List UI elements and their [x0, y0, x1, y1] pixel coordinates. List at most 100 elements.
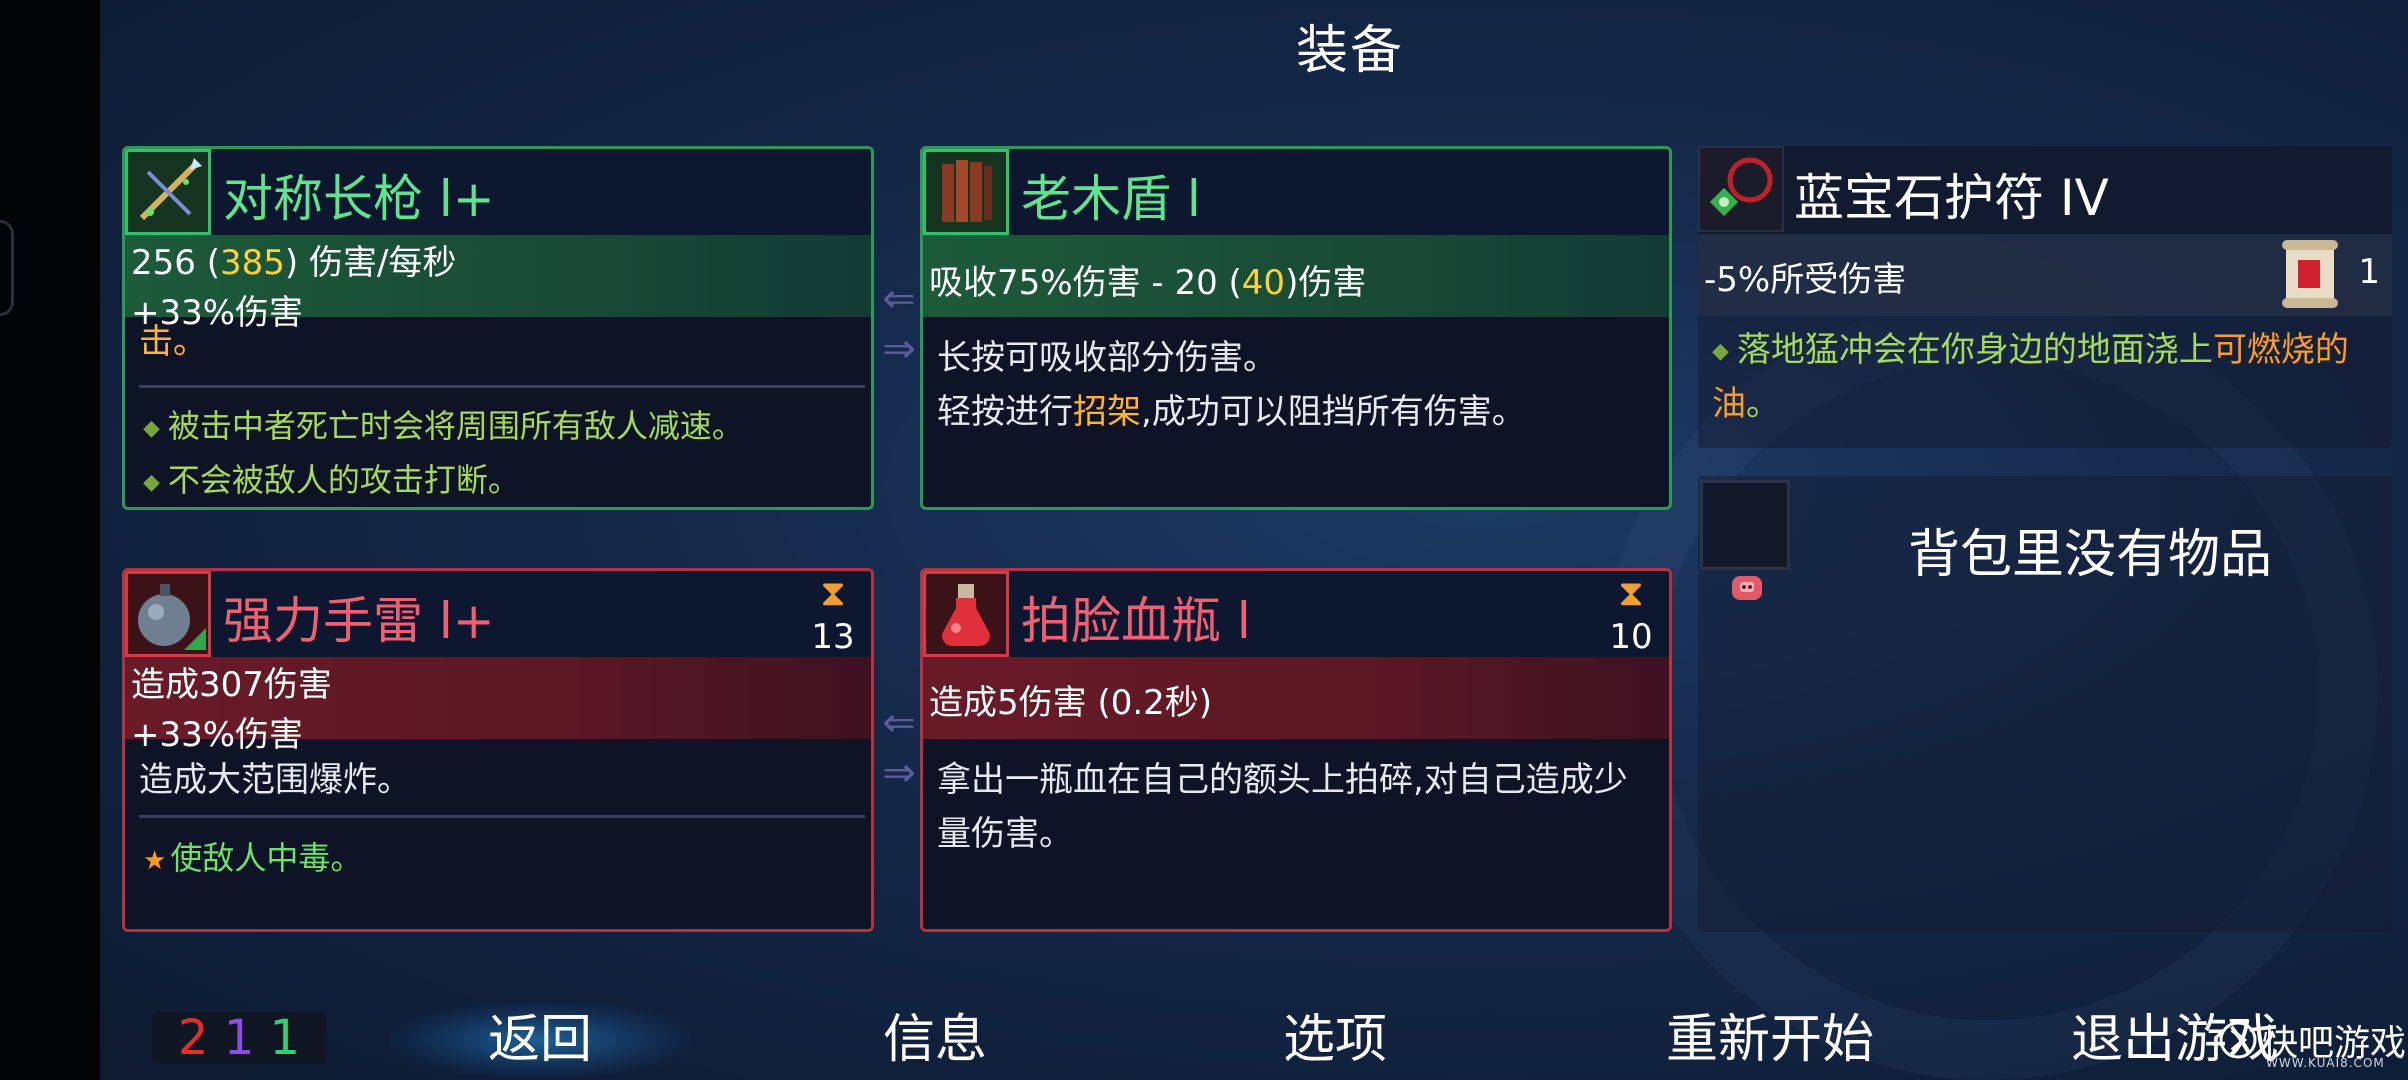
divider: [139, 385, 865, 388]
cooldown-seconds: 13: [811, 617, 855, 657]
back-button[interactable]: 返回: [390, 1002, 690, 1078]
backpack-empty-text: 背包里没有物品: [1908, 525, 2273, 585]
stat-band: 造成307伤害 +33%伤害: [125, 657, 871, 755]
arrow-left-icon: ⇐: [882, 700, 916, 746]
potion-icon: [923, 571, 1009, 657]
scroll-count: 1: [2358, 252, 2380, 292]
item-description: 击。: [139, 315, 861, 369]
item-description: 长按可吸收部分伤害。 轻按进行招架,成功可以阻挡所有伤害。: [937, 331, 1659, 439]
effect-bullet: ◆ 被击中者死亡时会将周围所有敌人减速。: [143, 401, 744, 447]
effect-line: 油。: [1712, 378, 2384, 430]
desc-line: 拿出一瓶血在自己的额头上拍碎,对自己造成少: [937, 760, 1628, 800]
skill-card-grenade[interactable]: 强力手雷 l+ ⧗ 13 造成307伤害 +33%伤害 造成大范围爆炸。 ★ 使敌…: [122, 568, 874, 932]
dps-stat: 256 (385) 伤害/每秒: [131, 235, 456, 284]
cooldown: ⧗ 10: [1605, 571, 1657, 657]
dps-crit: 385: [219, 243, 285, 283]
amulet-card[interactable]: 蓝宝石护符 IV -5%所受伤害 1 ◆ 落地猛冲会在你身边的地面浇上可燃烧的 油…: [1698, 146, 2392, 448]
oil-keyword: 油: [1712, 383, 1746, 424]
swap-weapons-button[interactable]: ⇐ ⇒: [876, 276, 922, 372]
side-notch: [0, 220, 14, 316]
damage-stat: 造成5伤害 (0.2秒): [929, 683, 1213, 723]
inventory-screen: 装备 对称长枪 l+ 256 (385) 伤害/每秒 +33%伤害 击。 ◆ 被…: [100, 0, 2408, 1080]
bullet-icon: ◆: [1712, 338, 1729, 364]
card-header: 蓝宝石护符 IV: [1698, 146, 2392, 234]
backpack-slot[interactable]: [1700, 480, 1790, 570]
skill-card-flask[interactable]: 拍脸血瓶 l ⧗ 10 造成5伤害 (0.2秒) 拿出一瓶血在自己的额头上拍碎,…: [920, 568, 1672, 932]
effect-bullet: ◆ 不会被敌人的攻击打断。: [143, 455, 520, 501]
weapon-card-spear[interactable]: 对称长枪 l+ 256 (385) 伤害/每秒 +33%伤害 击。 ◆ 被击中者死…: [122, 146, 874, 510]
device-bezel: [0, 0, 100, 1080]
info-button[interactable]: 信息: [835, 1002, 1035, 1078]
stat-band: 吸收75%伤害 - 20 (40)伤害: [923, 235, 1669, 317]
divider: [139, 815, 865, 818]
bottom-menu: 2 1 1 返回 信息 选项 重新开始 退出游戏: [100, 984, 2408, 1080]
arrow-right-icon: ⇒: [882, 326, 916, 372]
card-header: 强力手雷 l+ ⧗ 13: [125, 571, 871, 657]
item-name: 对称长枪 l+: [223, 170, 495, 228]
scroll-icon: [2278, 238, 2342, 310]
stat-band: -5%所受伤害 1: [1698, 234, 2392, 316]
bullet-icon: ◆: [143, 469, 160, 495]
effect-text: 使敌人中毒。: [170, 839, 363, 877]
options-button[interactable]: 选项: [1235, 1002, 1435, 1078]
hourglass-icon: ⧗: [1618, 573, 1644, 614]
backpack-panel[interactable]: 背包里没有物品: [1698, 476, 2392, 932]
item-description: 造成大范围爆炸。: [139, 760, 411, 800]
desc-pre: 轻按进行: [937, 392, 1073, 432]
brutality-count: 2: [177, 1010, 209, 1066]
card-header: 老木盾 l: [923, 149, 1669, 235]
survival-count: 1: [269, 1010, 301, 1066]
bullet-icon: ◆: [143, 415, 160, 441]
game-screen: 装备 对称长枪 l+ 256 (385) 伤害/每秒 +33%伤害 击。 ◆ 被…: [0, 0, 2408, 1080]
absorb-crit: 40: [1241, 263, 1286, 303]
effect-text: 被击中者死亡时会将周围所有敌人减速。: [167, 407, 744, 445]
hourglass-icon: ⧗: [820, 573, 846, 614]
absorb-post: )伤害: [1285, 263, 1367, 303]
damage-stat: 造成307伤害: [131, 665, 332, 705]
arrow-right-icon: ⇒: [882, 750, 916, 796]
item-name: 强力手雷 l+: [223, 592, 495, 650]
desc-line: 量伤害。: [937, 814, 1073, 854]
watermark-url: WWW.KUAI8.COM: [2266, 1056, 2385, 1070]
amulet-effect: ◆ 落地猛冲会在你身边的地面浇上可燃烧的 油。: [1712, 324, 2384, 430]
desc-line: 长按可吸收部分伤害。: [937, 338, 1277, 378]
stat-band: 256 (385) 伤害/每秒 +33%伤害: [125, 235, 871, 333]
parry-keyword: 招架: [1073, 392, 1141, 432]
spear-icon: [125, 149, 211, 235]
item-description: 拿出一瓶血在自己的额头上拍碎,对自己造成少 量伤害。: [937, 753, 1659, 861]
cooldown: ⧗ 13: [807, 571, 859, 657]
watermark: 快吧游戏 WWW.KUAI8.COM: [2218, 1014, 2408, 1080]
arrow-left-icon: ⇐: [882, 276, 916, 322]
item-name: 蓝宝石护符 IV: [1794, 169, 2109, 227]
desc-post: ,成功可以阻挡所有伤害。: [1141, 392, 1526, 432]
grenade-icon: [125, 571, 211, 657]
defense-stat: -5%所受伤害: [1704, 260, 1907, 300]
effect-text: 不会被敌人的攻击打断。: [167, 461, 520, 499]
item-name: 老木盾 l: [1021, 170, 1201, 228]
dps-base: 256 (: [131, 243, 220, 283]
card-header: 拍脸血瓶 l ⧗ 10: [923, 571, 1669, 657]
star-icon: ★: [143, 846, 167, 876]
effect-text: 落地猛冲会在你身边的地面浇上: [1736, 330, 2213, 370]
item-name: 拍脸血瓶 l: [1021, 592, 1251, 650]
tactics-count: 1: [223, 1010, 255, 1066]
watermark-logo-icon: [2218, 1020, 2258, 1060]
amulet-icon: [1698, 146, 1784, 232]
card-header: 对称长枪 l+: [125, 149, 871, 235]
effect-bullet: ★ 使敌人中毒。: [143, 833, 362, 879]
shield-icon: [923, 149, 1009, 235]
stat-band: 造成5伤害 (0.2秒): [923, 657, 1669, 739]
swap-skills-button[interactable]: ⇐ ⇒: [876, 700, 922, 796]
desc-tail: 击。: [139, 322, 207, 362]
absorb-pre: 吸收75%伤害 - 20 (: [929, 263, 1242, 303]
effect-text: 。: [1746, 383, 1780, 424]
weapon-card-shield[interactable]: 老木盾 l 吸收75%伤害 - 20 (40)伤害 长按可吸收部分伤害。 轻按进…: [920, 146, 1672, 510]
desc-line: 轻按进行招架,成功可以阻挡所有伤害。: [937, 385, 1659, 439]
restart-button[interactable]: 重新开始: [1630, 1002, 1910, 1078]
absorb-stat: 吸收75%伤害 - 20 (40)伤害: [929, 255, 1366, 304]
dps-suffix: ) 伤害/每秒: [284, 243, 457, 283]
effect-line: ◆ 落地猛冲会在你身边的地面浇上可燃烧的: [1712, 324, 2384, 378]
scroll-counter: 2 1 1: [152, 1012, 326, 1064]
flammable-keyword: 可燃烧的: [2212, 330, 2349, 370]
damage-bonus: +33%伤害: [131, 715, 304, 755]
